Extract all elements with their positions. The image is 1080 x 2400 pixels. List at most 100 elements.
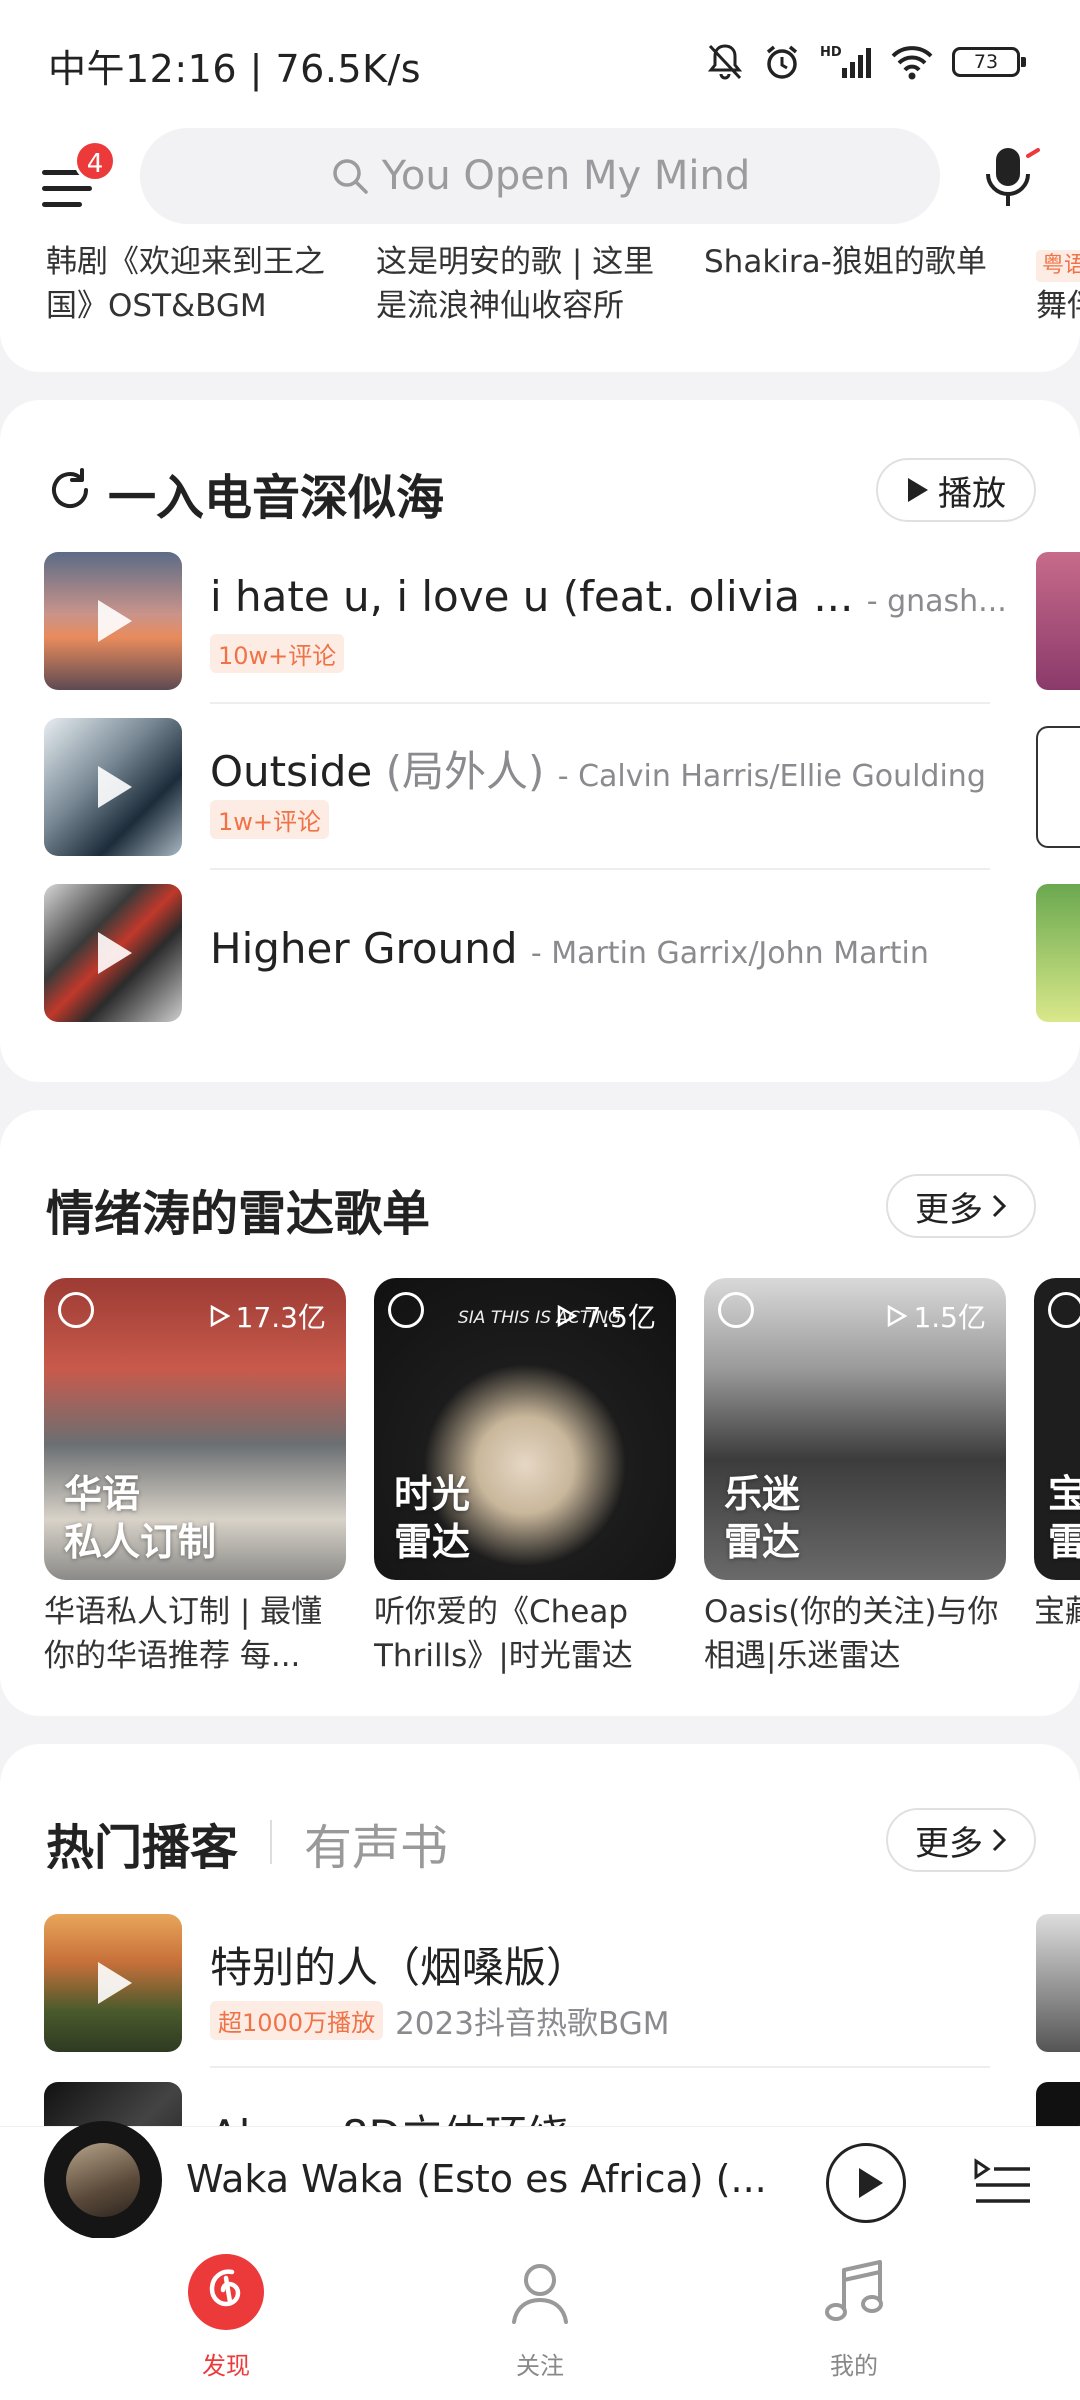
podcast-cover: [44, 1914, 182, 2052]
strip-playlist-2[interactable]: 这是明安的歌 | 这里 是流浪神仙收容所: [376, 240, 696, 328]
cover-label-line1: 华语: [64, 1472, 141, 1516]
song-title: i hate u, i love u (feat. olivia ... - g…: [210, 572, 1007, 621]
album-art: [66, 2143, 140, 2217]
tab-audiobook[interactable]: 有声书: [304, 1808, 448, 1878]
strip-title-line2: 舞伴: [1036, 288, 1080, 324]
netease-logo-icon: [1048, 1292, 1080, 1328]
status-bar: 中午12:16 | 76.5K/s HD 73: [0, 0, 1080, 120]
cover-label-line1: 宝: [1048, 1472, 1080, 1516]
divider: [210, 702, 990, 704]
playlist-cover: SIA THIS IS ACTING 7.5亿 时光 雷达: [374, 1278, 676, 1580]
playlist-cover-label: 时光 雷达: [394, 1470, 470, 1566]
menu-button[interactable]: 4: [36, 140, 116, 220]
comment-tag: 10w+评论: [210, 634, 345, 673]
user-icon: [512, 2264, 568, 2324]
radar-playlist-card[interactable]: 宝 雷 宝藏: [1034, 1278, 1080, 1678]
play-icon: [888, 1305, 908, 1327]
playlist-strip: 韩剧《欢迎来到王之 国》OST&BGM 这是明安的歌 | 这里 是流浪神仙收容所…: [0, 240, 1080, 372]
strip-playlist-1[interactable]: 韩剧《欢迎来到王之 国》OST&BGM: [46, 240, 366, 328]
radar-playlist-card[interactable]: SIA THIS IS ACTING 7.5亿 时光 雷达 听你爱的《Cheap…: [374, 1278, 676, 1678]
tab-follow[interactable]: 关注: [440, 2238, 640, 2400]
tab-hot-podcast[interactable]: 热门播客: [46, 1808, 238, 1878]
divider: [210, 2066, 990, 2068]
song-row[interactable]: Outside (局外人) - Calvin Harris/Ellie Goul…: [44, 718, 1044, 858]
notification-badge: 4: [74, 140, 116, 182]
netease-logo-icon: [718, 1292, 754, 1328]
music-note-icon: [825, 2260, 883, 2321]
signal-icon: HD: [820, 45, 871, 78]
playlist-description: 华语私人订制 | 最懂你的华语推荐 每...: [44, 1594, 323, 1674]
song-artist: - Martin Garrix/John Martin: [530, 936, 929, 971]
podcast-title: 特别的人（烟嗓版）: [210, 1943, 589, 1992]
cover-label-line1: 时光: [394, 1472, 471, 1516]
podcast-row[interactable]: 特别的人（烟嗓版） 超1000万播放 2023抖音热歌BGM: [44, 1914, 1044, 2054]
play-count: 7.5亿: [557, 1296, 656, 1336]
chevron-right-icon: [992, 1194, 1007, 1218]
song-row[interactable]: i hate u, i love u (feat. olivia ... - g…: [44, 552, 1044, 692]
chevron-right-icon: [992, 1828, 1007, 1852]
song-name: Outside: [210, 747, 373, 796]
voice-search-icon[interactable]: [978, 142, 1048, 212]
playlist-description: 听你爱的《Cheap Thrills》|时光雷达: [374, 1594, 633, 1674]
search-icon: [333, 159, 368, 194]
podcast-subtitle: 2023抖音热歌BGM: [395, 2006, 670, 2042]
play-count-value: 7.5亿: [583, 1301, 656, 1334]
mini-player[interactable]: Waka Waka (Esto es Africa) (...: [0, 2121, 1080, 2239]
comment-tag: 1w+评论: [210, 800, 330, 839]
strip-title-line1: Shakira-狼姐的歌单: [704, 244, 987, 280]
tab-discover[interactable]: 发现: [126, 2238, 326, 2400]
search-bar[interactable]: You Open My Mind: [140, 128, 940, 224]
play-icon: [908, 478, 928, 502]
next-column-cover[interactable]: [1036, 726, 1080, 848]
strip-playlist-3[interactable]: Shakira-狼姐的歌单: [704, 240, 1024, 284]
song-row[interactable]: Higher Ground - Martin Garrix/John Marti…: [44, 884, 1044, 1024]
top-header: 4 You Open My Mind: [0, 120, 1080, 240]
refresh-icon[interactable]: [46, 466, 94, 514]
playlist-queue-icon[interactable]: [974, 2157, 1032, 2207]
playlist-description: Oasis(你的关注)与你相遇|乐迷雷达: [704, 1594, 999, 1674]
netease-logo-icon: [58, 1292, 94, 1328]
cover-label-line2: 私人订制: [64, 1520, 217, 1564]
play-pause-button[interactable]: [826, 2143, 906, 2223]
section-title: 一入电音深似海: [108, 470, 445, 526]
song-name: i hate u, i love u (feat. olivia ...: [210, 572, 854, 621]
podcast-meta: 超1000万播放 2023抖音热歌BGM: [210, 1998, 669, 2043]
next-column-cover[interactable]: [1036, 884, 1080, 1022]
section-title: 情绪涛的雷达歌单: [46, 1186, 431, 1242]
song-artist: - Calvin Harris/Ellie Goulding: [557, 759, 986, 794]
podcast-section: 热门播客 有声书 更多 特别的人（烟嗓版） 超1000万播放 2023抖音热歌B…: [0, 1744, 1080, 2164]
strip-title-line2: 国》OST&BGM: [46, 288, 267, 324]
tab-label: 关注: [516, 2352, 564, 2380]
radar-playlist-card[interactable]: 1.5亿 乐迷 雷达 Oasis(你的关注)与你相遇|乐迷雷达: [704, 1278, 1006, 1678]
play-icon: [558, 1305, 578, 1327]
tab-mine[interactable]: 我的: [754, 2238, 954, 2400]
play-all-button[interactable]: 播放: [876, 458, 1036, 522]
cover-label-line1: 乐迷: [724, 1472, 801, 1516]
netease-logo-icon: [388, 1292, 424, 1328]
strip-title-line2: 是流浪神仙收容所: [376, 288, 624, 324]
album-disc[interactable]: [44, 2121, 162, 2239]
wifi-icon: [891, 46, 933, 80]
svg-text:HD: HD: [820, 45, 842, 60]
playlist-cover: 1.5亿 乐迷 雷达: [704, 1278, 1006, 1580]
playlist-cover-label: 宝 雷: [1048, 1470, 1080, 1566]
more-button[interactable]: 更多: [886, 1174, 1036, 1238]
search-placeholder: You Open My Mind: [381, 153, 751, 199]
play-icon: [210, 1305, 230, 1327]
strip-playlist-4[interactable]: 粤语 舞伴: [1036, 240, 1080, 328]
playlist-cover-label: 乐迷 雷达: [724, 1470, 800, 1566]
play-count-value: 1.5亿: [913, 1301, 986, 1334]
next-column-cover[interactable]: [1036, 1914, 1080, 2052]
playlist-description: 宝藏: [1034, 1594, 1080, 1630]
tab-divider: [270, 1820, 272, 1864]
more-button[interactable]: 更多: [886, 1808, 1036, 1872]
alarm-icon: [766, 45, 798, 79]
next-column-cover[interactable]: [1036, 552, 1080, 690]
song-alias: (局外人): [385, 747, 545, 796]
radar-playlist-card[interactable]: 17.3亿 华语 私人订制 华语私人订制 | 最懂你的华语推荐 每...: [44, 1278, 346, 1678]
song-cover: [44, 718, 182, 856]
status-time: 中午12:16 | 76.5K/s: [48, 47, 422, 91]
play-overlay-icon: [98, 932, 132, 974]
play-count-tag: 超1000万播放: [210, 2001, 384, 2040]
more-label: 更多: [915, 1189, 983, 1230]
